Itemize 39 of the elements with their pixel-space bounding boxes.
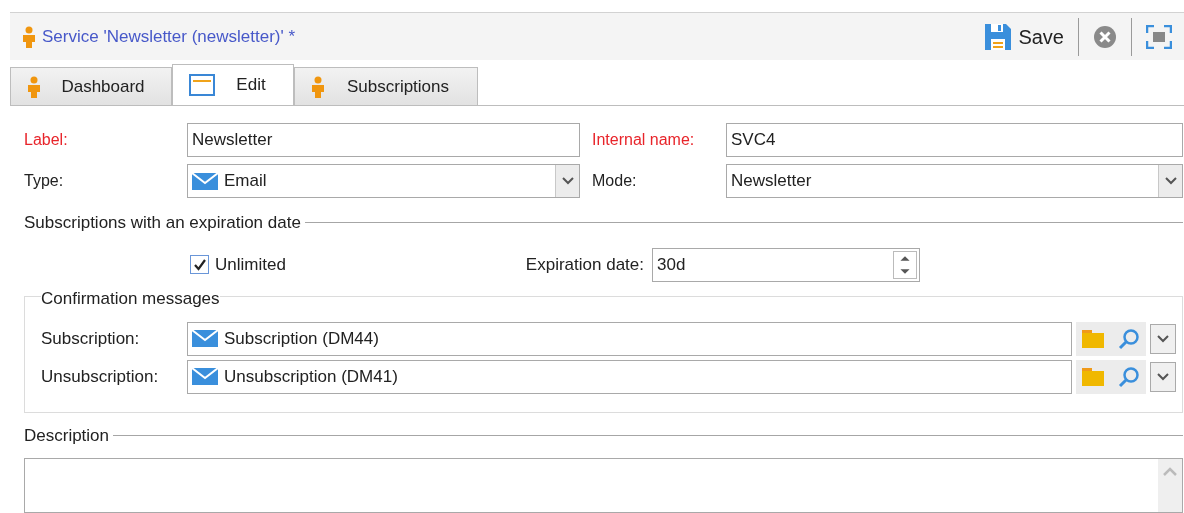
person-icon	[22, 25, 36, 48]
text-field[interactable]: Newsletter	[187, 123, 580, 157]
field-label: Mode:	[591, 171, 638, 191]
dropdown-button[interactable]	[1150, 323, 1176, 354]
window-title: Service 'Newsletter (newsletter)' *	[42, 25, 296, 48]
text-field[interactable]: SVC4	[726, 123, 1183, 157]
envelope-icon	[192, 330, 218, 347]
chevron-down-icon	[1157, 334, 1169, 343]
scroll-up-icon[interactable]	[1163, 467, 1177, 476]
window-icon	[189, 74, 215, 96]
scrollbar[interactable]	[1158, 459, 1182, 512]
checkbox[interactable]	[190, 255, 209, 274]
checkbox-label[interactable]: Unlimited	[215, 251, 286, 278]
tab[interactable]: Subscriptions	[294, 67, 478, 105]
section-title: Subscriptions with an expiration date	[24, 212, 301, 234]
field-label: Unsubscription:	[41, 365, 160, 388]
chevron-down-icon	[1157, 372, 1169, 381]
dropdown-field[interactable]: Email	[187, 164, 580, 198]
save-button[interactable]: Save	[980, 19, 1068, 54]
spin-field[interactable]: 30d	[652, 247, 920, 282]
tab[interactable]: Dashboard	[10, 67, 172, 105]
dropdown-field[interactable]: Newsletter	[726, 164, 1183, 198]
field-label: Internal name:	[591, 130, 696, 150]
person-icon	[311, 75, 325, 98]
field-label: Type:	[24, 171, 65, 191]
field-label: Expiration date:	[525, 253, 644, 276]
link-field[interactable]: Subscription (DM44)	[187, 321, 1072, 356]
dropdown-button[interactable]	[1150, 361, 1176, 392]
link-field[interactable]: Unsubscription (DM41)	[187, 359, 1072, 394]
envelope-icon	[192, 172, 218, 190]
envelope-icon	[192, 368, 218, 385]
field-label: Subscription:	[41, 327, 141, 350]
field-label: Label:	[24, 130, 69, 150]
chevron-down-icon	[561, 177, 574, 185]
description-field[interactable]	[24, 458, 1183, 513]
section-title: Description	[24, 424, 110, 447]
person-icon	[27, 75, 41, 98]
chevron-down-icon	[1164, 177, 1177, 185]
tab[interactable]: Edit	[172, 64, 294, 105]
